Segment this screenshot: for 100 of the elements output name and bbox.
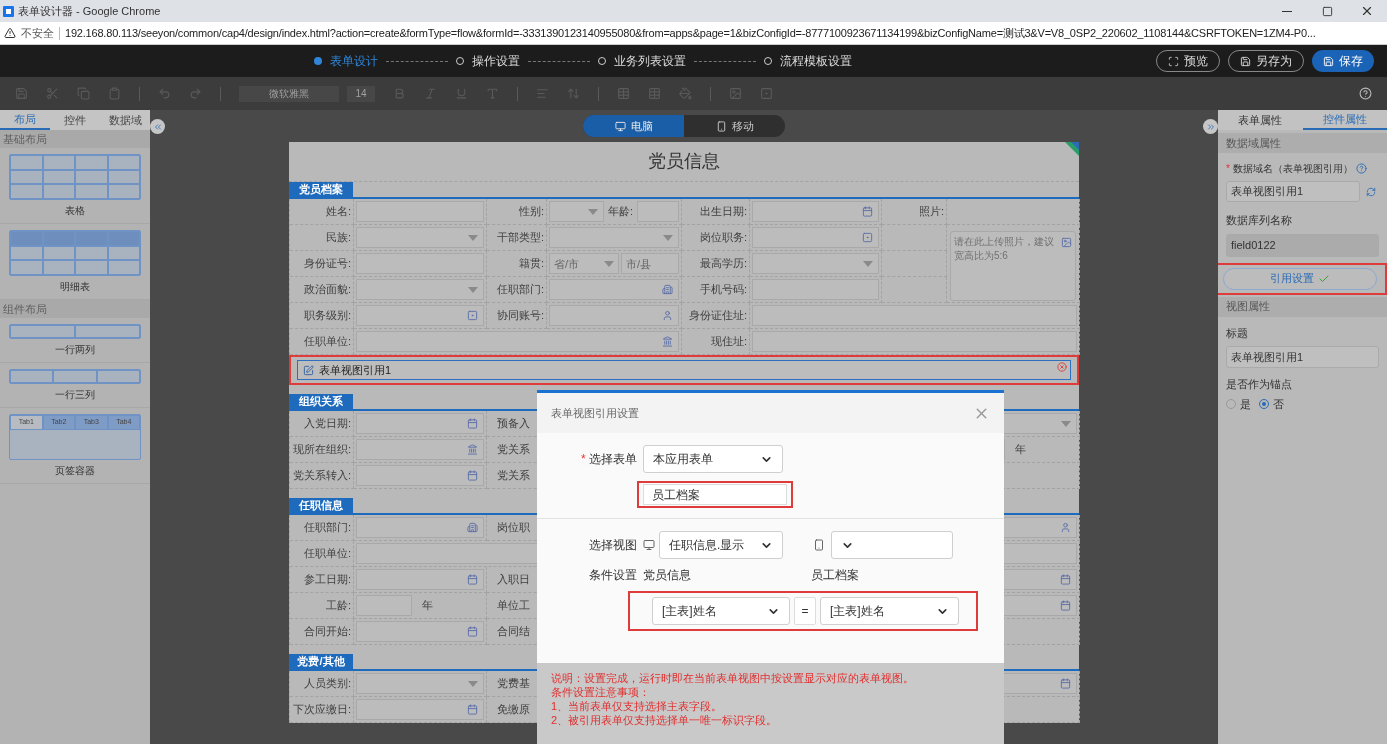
panel-tab[interactable]: 数据域 — [100, 110, 150, 130]
input-field[interactable] — [356, 331, 679, 352]
note-text: 条件设置注意事项： — [551, 685, 651, 699]
layout-item[interactable]: 明细表 — [0, 224, 150, 300]
radio-option[interactable]: 否 — [1259, 395, 1284, 412]
device-tab[interactable]: 电脑 — [583, 115, 684, 137]
italic-icon[interactable] — [424, 87, 437, 100]
select-field[interactable]: 省/市 — [549, 253, 619, 274]
panel-tab[interactable]: 表单属性 — [1218, 110, 1303, 130]
field-label: 党关系 — [497, 468, 530, 484]
bold-icon[interactable] — [393, 87, 406, 100]
field-label: 下次应缴日: — [292, 702, 351, 718]
field-label: 现所在组织: — [292, 442, 351, 458]
select-field[interactable] — [356, 227, 484, 248]
font-select[interactable]: 微软雅黑 — [239, 85, 339, 102]
panel-tab[interactable]: 控件 — [50, 110, 100, 130]
date-field[interactable] — [752, 201, 879, 222]
input-field[interactable] — [549, 279, 679, 300]
date-field[interactable] — [356, 413, 484, 434]
layout-item[interactable]: 表格 — [0, 148, 150, 224]
date-field[interactable] — [356, 621, 484, 642]
field-label: 岗位职 — [497, 520, 530, 536]
collapse-right-button[interactable] — [1203, 119, 1218, 134]
field-label: 条件设置 — [588, 567, 638, 584]
image-icon[interactable] — [729, 87, 742, 100]
input-field[interactable] — [356, 439, 484, 460]
view-select[interactable]: 任职信息.显示 — [659, 531, 783, 559]
input-field[interactable] — [752, 227, 879, 248]
device-tab[interactable]: 移动 — [684, 115, 785, 137]
layout-item[interactable]: 一行三列 — [0, 363, 150, 408]
section-header: 视图属性 — [1218, 296, 1387, 317]
input-field[interactable]: 表单视图引用1 — [1226, 346, 1379, 368]
input-field[interactable] — [356, 517, 484, 538]
field-label: 现住址: — [710, 334, 747, 350]
undo-icon[interactable] — [158, 87, 171, 100]
input-field[interactable] — [549, 305, 679, 326]
condition-field-select[interactable]: [主表]姓名 — [820, 597, 959, 625]
input-field[interactable] — [356, 305, 484, 326]
maximize-icon — [1321, 5, 1333, 17]
date-field[interactable] — [356, 699, 484, 720]
radio-option[interactable]: 是 — [1226, 395, 1251, 412]
save-icon[interactable] — [15, 87, 28, 100]
line-height-icon[interactable] — [567, 87, 580, 100]
field-label: 单位工 — [497, 598, 530, 614]
view-reference-control[interactable]: 表单视图引用1 — [297, 360, 1071, 380]
form-select[interactable]: 本应用表单 — [643, 445, 783, 473]
table-icon[interactable] — [617, 87, 630, 100]
field-label: 任职单位: — [303, 334, 351, 350]
input-field[interactable]: 表单视图引用1 — [1226, 181, 1360, 202]
underline-icon[interactable] — [455, 87, 468, 100]
monitor-icon — [614, 120, 626, 132]
calendar-icon — [467, 626, 478, 637]
step-item[interactable]: 操作设置 — [456, 52, 520, 70]
mobile-view-select[interactable] — [831, 531, 953, 559]
select-field[interactable] — [356, 279, 484, 300]
step-item[interactable]: 业务列表设置 — [598, 52, 686, 70]
paint-bucket-icon[interactable] — [679, 87, 692, 100]
field-label: 预备入 — [497, 416, 530, 432]
layout-item[interactable]: 一行两列 — [0, 318, 150, 363]
redo-icon[interactable] — [189, 87, 202, 100]
close-badge-icon[interactable] — [1057, 362, 1067, 372]
select-field[interactable] — [356, 673, 484, 694]
save-button[interactable]: 保存 — [1312, 50, 1374, 72]
department-icon — [467, 522, 478, 533]
field-label: 籍贯: — [518, 256, 544, 272]
date-field[interactable] — [356, 569, 484, 590]
input-field[interactable]: 市/县 — [621, 253, 679, 274]
address-url[interactable]: 192.168.80.113/seeyon/common/cap4/design/index.html?action=create&formType=flow&formId=-3331390123140955080&from=apps&page=1&bizConfigId=-8777100923671134199&bizConfigName=测试3&V=V8_0SP2_220602_1108144&CSRFTOKEN=1ZM4-P0... — [65, 24, 1316, 42]
font-color-icon[interactable] — [486, 87, 499, 100]
table-icon[interactable] — [648, 87, 661, 100]
field-label: 工龄: — [325, 598, 351, 614]
column-heading: 党员信息 — [643, 567, 692, 584]
person-icon — [662, 310, 673, 321]
help-icon[interactable] — [1359, 87, 1372, 100]
condition-field-select[interactable]: [主表]姓名 — [652, 597, 790, 625]
calendar-icon — [1060, 678, 1071, 689]
calendar-icon — [467, 574, 478, 585]
field-label: 免缴原 — [497, 702, 530, 718]
step-item[interactable]: 表单设计 — [314, 52, 378, 70]
collapse-left-button[interactable] — [150, 119, 165, 134]
date-field[interactable] — [356, 465, 484, 486]
dropdown-arrow-icon — [663, 234, 673, 241]
popup-icon[interactable] — [760, 87, 773, 100]
operator-field[interactable]: = — [794, 597, 816, 625]
refresh-icon[interactable] — [1366, 186, 1376, 197]
column-heading: 员工档案 — [811, 567, 859, 584]
field-label: 任职部门: — [496, 282, 544, 298]
select-field[interactable] — [752, 253, 879, 274]
corner-fold-icon — [1065, 142, 1079, 156]
step-item[interactable]: 流程模板设置 — [764, 52, 852, 70]
font-size-select[interactable]: 14 — [347, 85, 375, 102]
field-label: 标题 — [1226, 325, 1249, 341]
unit-label: 年 — [422, 598, 433, 614]
cut-icon[interactable] — [46, 87, 59, 100]
copy-icon[interactable] — [77, 87, 90, 100]
align-icon[interactable] — [536, 87, 549, 100]
select-field[interactable] — [549, 201, 604, 222]
paste-icon[interactable] — [108, 87, 121, 100]
form-name-field[interactable]: 员工档案 — [643, 484, 787, 505]
select-field[interactable] — [549, 227, 679, 248]
